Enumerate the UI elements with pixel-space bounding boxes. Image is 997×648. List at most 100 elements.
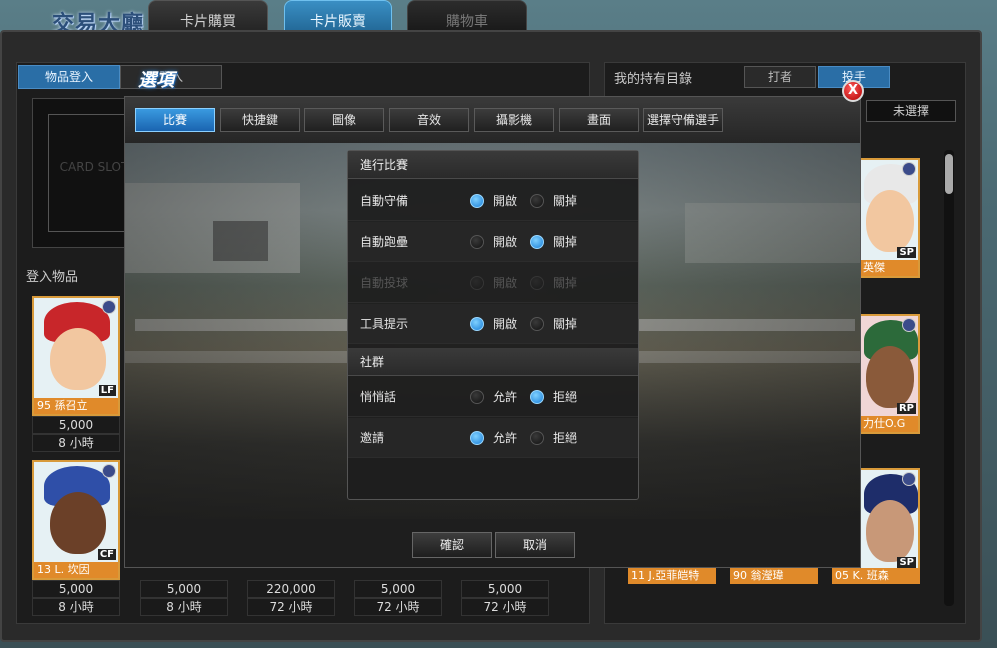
setting-whisper: 悄悄話 允許 拒絕 [348,377,638,417]
player-name: 95 孫召立 [34,398,118,414]
radio-off[interactable] [530,317,544,331]
option-on-label: 開啟 [493,194,518,208]
position-badge: SP [897,557,916,568]
tab-graphics[interactable]: 圖像 [304,108,384,132]
player-name: 力仕O.G [860,416,918,432]
player-card[interactable]: SP [858,468,920,572]
section-header-social: 社群 [348,348,638,376]
game-settings-panel: 進行比賽 自動守備 開啟 關掉 自動跑壘 開啟 關掉 自動投球 開啟 關掉 工具… [347,150,639,500]
radio-deny[interactable] [530,390,544,404]
radio-off [530,276,544,290]
setting-label: 自動投球 [360,276,409,290]
option-allow-label: 允許 [493,431,518,445]
price: 5,000 [354,580,442,598]
radio-allow[interactable] [470,431,484,445]
tab-batter[interactable]: 打者 [744,66,816,88]
tab-hotkeys[interactable]: 快捷鍵 [220,108,300,132]
scrollbar-thumb[interactable] [945,154,953,194]
cancel-button[interactable]: 取消 [495,532,575,558]
player-card[interactable]: CF 13 L. 坎因 [32,460,120,580]
option-on-label: 開啟 [493,235,518,249]
setting-auto-pitch: 自動投球 開啟 關掉 [348,263,638,303]
player-portrait: LF [34,298,118,398]
setting-label: 自動守備 [360,194,409,208]
option-off-label: 關掉 [553,276,578,290]
remaining-time: 72 小時 [461,598,549,616]
radio-on[interactable] [470,194,484,208]
remaining-time: 8 小時 [32,598,120,616]
player-name: 05 K. 班森 [832,568,920,584]
tab-item-register[interactable]: 物品登入 [18,65,120,89]
player-name: 13 L. 坎因 [34,562,118,578]
setting-auto-defense: 自動守備 開啟 關掉 [348,181,638,221]
close-button[interactable]: X [842,80,864,102]
option-on-label: 開啟 [493,276,518,290]
player-portrait: RP [860,316,918,416]
player-name: 英傑 [860,260,918,276]
team-badge-icon [102,464,116,478]
player-face [866,346,914,408]
tab-game[interactable]: 比賽 [135,108,215,132]
radio-off[interactable] [530,194,544,208]
price: 5,000 [461,580,549,598]
setting-label: 邀請 [360,431,385,445]
position-badge: CF [97,549,116,560]
player-portrait: CF [34,462,118,562]
option-deny-label: 拒絕 [553,431,578,445]
player-card[interactable]: LF 95 孫召立 [32,296,120,416]
player-card[interactable]: RP 力仕O.G [858,314,920,434]
remaining-time: 8 小時 [32,434,120,452]
setting-invite: 邀請 允許 拒絕 [348,418,638,458]
scrollbar[interactable] [944,150,954,606]
player-face [50,328,106,390]
team-badge-icon [902,162,916,176]
player-face [866,500,914,562]
player-face [866,190,914,252]
player-face [50,492,106,554]
setting-tooltips: 工具提示 開啟 關掉 [348,304,638,344]
radio-on [470,276,484,290]
tab-screen[interactable]: 畫面 [559,108,639,132]
radio-on[interactable] [470,317,484,331]
section-header-game: 進行比賽 [348,151,638,179]
player-name: 11 J.亞菲皑特 [628,568,716,584]
radio-off[interactable] [530,235,544,249]
tab-camera[interactable]: 攝影機 [474,108,554,132]
remaining-time: 72 小時 [247,598,335,616]
player-card[interactable]: SP 英傑 [858,158,920,278]
option-on-label: 開啟 [493,317,518,331]
price: 5,000 [32,416,120,434]
setting-label: 工具提示 [360,317,409,331]
player-portrait: SP [860,160,918,260]
setting-auto-baserun: 自動跑壘 開啟 關掉 [348,222,638,262]
owned-list-title: 我的持有目錄 [614,72,693,87]
price: 220,000 [247,580,335,598]
price: 5,000 [140,580,228,598]
remaining-time: 8 小時 [140,598,228,616]
position-badge: LF [98,385,116,396]
position-badge: RP [896,403,916,414]
player-portrait: SP [860,470,918,570]
option-off-label: 關掉 [553,235,578,249]
filter-select[interactable]: 未選擇 [866,100,956,122]
setting-label: 自動跑壘 [360,235,409,249]
modal-title: 選項 [138,70,174,91]
tab-select-fielder[interactable]: 選擇守備選手 [643,108,723,132]
confirm-button[interactable]: 確認 [412,532,492,558]
position-badge: SP [897,247,916,258]
registered-items-label: 登入物品 [26,270,79,285]
option-allow-label: 允許 [493,390,518,404]
setting-label: 悄悄話 [360,390,397,404]
options-tabbar: 比賽 快捷鍵 圖像 音效 攝影機 畫面 選擇守備選手 [125,97,860,143]
radio-deny[interactable] [530,431,544,445]
remaining-time: 72 小時 [354,598,442,616]
tab-sound[interactable]: 音效 [389,108,469,132]
radio-allow[interactable] [470,390,484,404]
team-badge-icon [102,300,116,314]
option-deny-label: 拒絕 [553,390,578,404]
radio-on[interactable] [470,235,484,249]
team-badge-icon [902,318,916,332]
option-off-label: 關掉 [553,317,578,331]
option-off-label: 關掉 [553,194,578,208]
player-name: 90 翁瀅瑋 [730,568,818,584]
